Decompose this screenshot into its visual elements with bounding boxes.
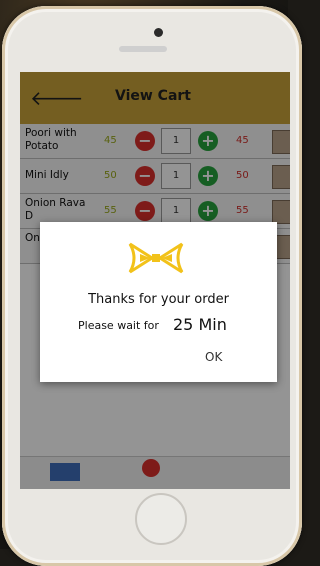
bowtie-logo-icon — [128, 242, 184, 274]
speaker — [119, 46, 167, 52]
thanks-message: Thanks for your order — [88, 292, 229, 307]
camera — [154, 28, 163, 37]
ok-button[interactable]: OK — [205, 350, 222, 364]
order-confirmation-dialog: Thanks for your order Please wait for 25… — [40, 222, 277, 382]
wait-time: 25 Min — [173, 315, 227, 334]
home-button[interactable] — [135, 493, 187, 545]
wait-label: Please wait for — [78, 319, 159, 332]
phone-frame: 🡐 View Cart Poori with Potato 45 − 1 + 4… — [2, 6, 302, 566]
screen: 🡐 View Cart Poori with Potato 45 − 1 + 4… — [20, 72, 290, 489]
